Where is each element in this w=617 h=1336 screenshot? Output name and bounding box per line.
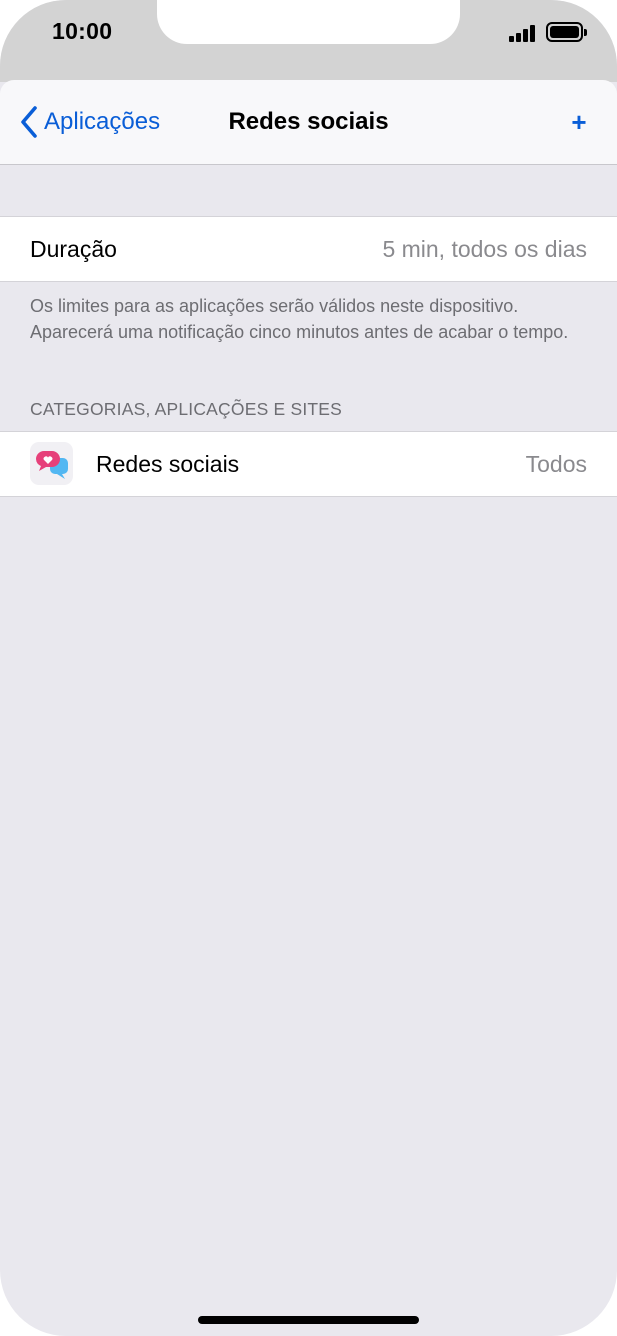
navigation-bar: Aplicações Redes sociais + — [0, 80, 617, 165]
duration-value: 5 min, todos os dias — [382, 236, 587, 262]
category-label: Redes sociais — [96, 451, 240, 477]
battery-tip — [584, 29, 587, 36]
home-indicator[interactable] — [198, 1316, 419, 1324]
duration-row[interactable]: Duração 5 min, todos os dias — [0, 216, 617, 282]
phone-screen: 10:00 Aplicações Redes sociais + Duração… — [0, 0, 617, 1336]
notch — [157, 0, 460, 44]
list-item[interactable]: Redes sociais Todos — [0, 431, 617, 497]
limits-footer-note: Os limites para as aplicações serão váli… — [30, 296, 569, 342]
status-time: 10:00 — [52, 18, 113, 44]
social-networking-icon — [30, 442, 73, 485]
status-bar: 10:00 — [0, 0, 617, 82]
add-button[interactable]: + — [565, 106, 593, 138]
signal-icon — [509, 24, 537, 42]
section-header: CATEGORIAS, APLICAÇÕES E SITES — [30, 399, 343, 419]
battery-icon — [546, 22, 583, 42]
category-value: Todos — [525, 451, 587, 477]
page-title: Redes sociais — [228, 108, 389, 135]
duration-label: Duração — [30, 236, 117, 262]
